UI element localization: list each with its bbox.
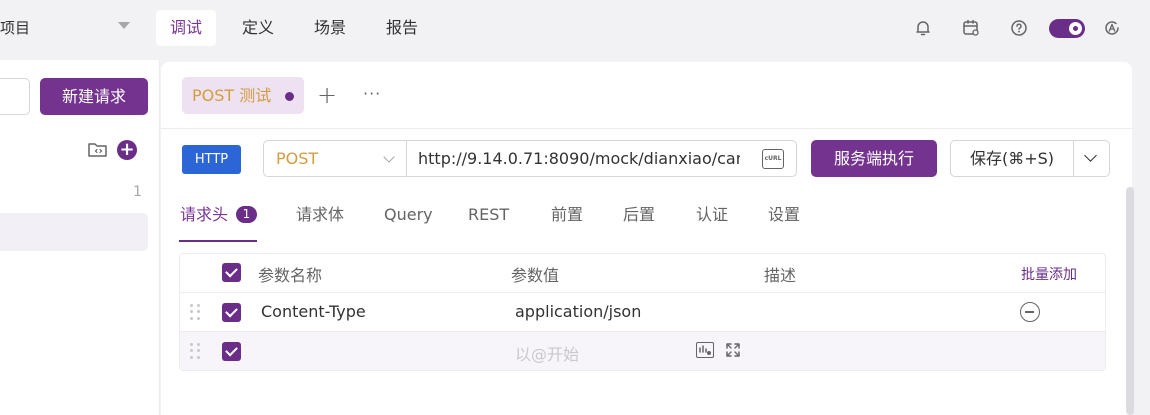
subtab-post[interactable]: 后置 — [623, 203, 655, 227]
subtab-query[interactable]: Query — [384, 203, 433, 227]
vertical-scrollbar[interactable] — [1126, 187, 1134, 415]
column-header-name: 参数名称 — [258, 266, 323, 285]
add-tab-icon[interactable]: + — [317, 83, 337, 107]
server-execute-button[interactable]: 服务端执行 — [811, 140, 937, 177]
row-divider — [180, 292, 1105, 293]
language-icon[interactable] — [1101, 17, 1123, 39]
subtab-auth[interactable]: 认证 — [696, 203, 728, 227]
new-folder-icon[interactable] — [87, 140, 109, 160]
batch-add-link[interactable]: 批量添加 — [1021, 264, 1077, 284]
subtab-pre[interactable]: 前置 — [551, 203, 583, 227]
add-icon[interactable]: + — [117, 140, 137, 160]
chevron-down-icon[interactable] — [118, 22, 130, 29]
bell-icon[interactable] — [912, 17, 934, 39]
curl-import-icon[interactable]: cURL — [762, 149, 784, 169]
table-row-empty — [180, 332, 1105, 370]
save-button[interactable]: 保存(⌘+S) — [950, 140, 1074, 177]
tab-report[interactable]: 报告 — [372, 10, 432, 46]
sun-icon — [1069, 22, 1082, 35]
chevron-down-icon — [383, 151, 395, 163]
url-value: http://9.14.0.71:8090/mock/dianxiao/canc… — [418, 149, 740, 168]
header-name-cell[interactable]: Content-Type — [261, 302, 366, 321]
tab-debug[interactable]: 调试 — [156, 10, 217, 46]
project-selector-label[interactable]: 项目 — [0, 17, 30, 38]
more-icon[interactable]: ··· — [363, 84, 381, 103]
active-tab-indicator — [179, 240, 257, 242]
unsaved-indicator — [285, 92, 294, 101]
divider — [161, 128, 1132, 129]
subtab-rest[interactable]: REST — [468, 203, 509, 227]
row-checkbox[interactable] — [222, 303, 241, 322]
sidebar-selected-item[interactable] — [0, 213, 148, 251]
select-all-checkbox[interactable] — [222, 263, 241, 282]
theme-toggle[interactable] — [1049, 19, 1085, 38]
method-select[interactable]: POST — [263, 140, 407, 177]
row-checkbox[interactable] — [222, 342, 241, 361]
save-options-button[interactable] — [1073, 140, 1110, 177]
header-value-input[interactable]: 以@开始 — [515, 341, 579, 365]
url-input[interactable]: http://9.14.0.71:8090/mock/dianxiao/canc… — [406, 140, 797, 177]
item-count: 1 — [133, 184, 142, 200]
subtab-settings[interactable]: 设置 — [768, 203, 800, 227]
tab-scenario[interactable]: 场景 — [300, 10, 360, 46]
tab-definition[interactable]: 定义 — [228, 10, 288, 46]
chevron-down-icon — [1084, 149, 1097, 162]
search-input[interactable] — [0, 78, 30, 115]
column-header-description: 描述 — [764, 266, 797, 285]
calendar-settings-icon[interactable] — [960, 17, 982, 39]
headers-count-badge: 1 — [236, 206, 257, 223]
header-value-cell[interactable]: application/json — [515, 302, 641, 321]
expand-icon[interactable] — [725, 342, 741, 358]
drag-handle-icon[interactable] — [190, 343, 200, 359]
column-header-value: 参数值 — [511, 266, 560, 285]
method-value: POST — [276, 149, 319, 168]
new-request-button[interactable]: 新建请求 — [40, 78, 148, 115]
help-icon[interactable] — [1008, 17, 1030, 39]
variable-icon[interactable] — [696, 342, 714, 358]
drag-handle-icon[interactable] — [190, 304, 200, 320]
remove-row-icon[interactable] — [1020, 302, 1040, 322]
protocol-badge[interactable]: HTTP — [182, 145, 241, 174]
subtab-headers[interactable]: 请求头 — [180, 203, 228, 227]
subtab-body[interactable]: 请求体 — [296, 203, 344, 227]
